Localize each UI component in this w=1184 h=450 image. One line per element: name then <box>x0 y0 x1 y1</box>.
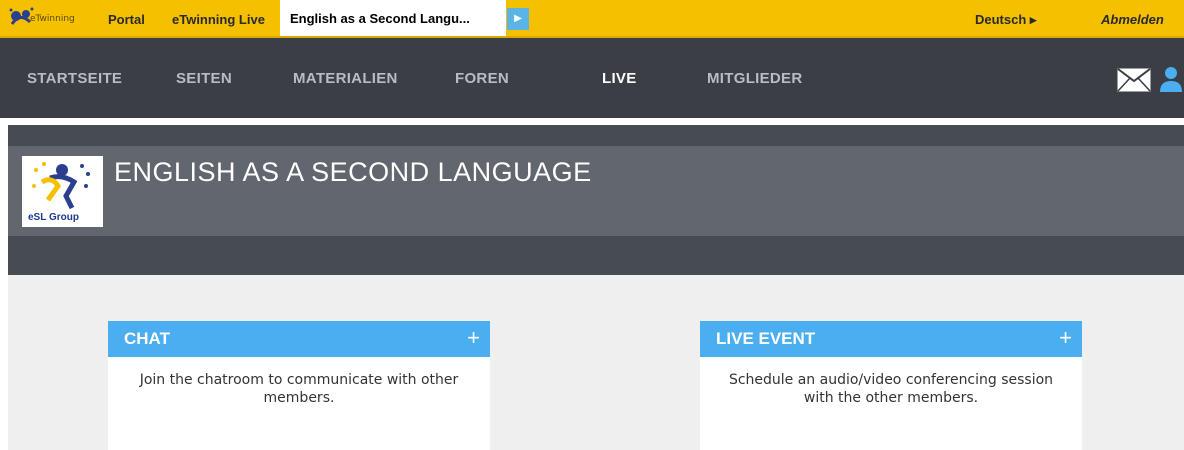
group-logo: eSL Group <box>22 156 103 227</box>
live-event-card-description: Schedule an audio/video conferencing ses… <box>728 372 1054 406</box>
live-event-card: LIVE EVENT + Schedule an audio/video con… <box>700 321 1082 450</box>
chat-card-title: CHAT <box>124 329 170 348</box>
chat-plus-icon[interactable]: + <box>467 325 480 351</box>
current-group-tab[interactable]: English as a Second Langu... <box>280 0 506 36</box>
etwinning-live-link[interactable]: eTwinning Live <box>172 12 265 27</box>
language-selector[interactable]: Deutsch ▸ <box>975 12 1036 28</box>
nav-seiten[interactable]: SEITEN <box>176 70 232 87</box>
logout-link[interactable]: Abmelden <box>1101 12 1164 27</box>
chat-card-description: Join the chatroom to communicate with ot… <box>139 372 459 406</box>
nav-foren[interactable]: FOREN <box>455 70 509 87</box>
nav-mitglieder[interactable]: MITGLIEDER <box>707 70 803 87</box>
separator <box>0 118 1184 124</box>
nav-live[interactable]: LIVE <box>602 70 637 87</box>
live-event-plus-icon[interactable]: + <box>1059 325 1072 351</box>
chat-card-header[interactable]: CHAT + <box>108 321 490 357</box>
group-logo-text: eSL Group <box>28 212 79 223</box>
main-nav: STARTSEITE SEITEN MATERIALIEN FOREN LIVE… <box>0 38 1184 118</box>
portal-link[interactable]: Portal <box>108 12 145 27</box>
page-title: ENGLISH AS A SECOND LANGUAGE <box>114 157 592 187</box>
nav-startseite[interactable]: STARTSEITE <box>27 70 122 87</box>
play-arrow-icon[interactable]: ▶ <box>507 8 529 30</box>
user-icon[interactable] <box>1158 65 1184 93</box>
live-event-card-title: LIVE EVENT <box>716 329 816 348</box>
logo-text: eTwinning <box>30 14 75 24</box>
top-bar: eTwinning Portal eTwinning Live English … <box>0 0 1184 38</box>
live-event-card-header[interactable]: LIVE EVENT + <box>700 321 1082 357</box>
chat-card: CHAT + Join the chatroom to communicate … <box>108 321 490 450</box>
nav-materialien[interactable]: MATERIALIEN <box>293 70 398 87</box>
mail-icon[interactable] <box>1117 68 1151 92</box>
group-logo-icon <box>32 162 90 210</box>
